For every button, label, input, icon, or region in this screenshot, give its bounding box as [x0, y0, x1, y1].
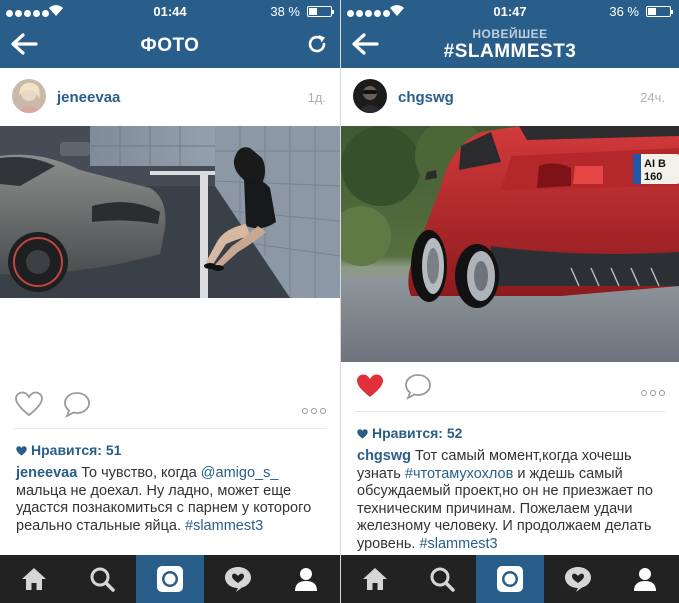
more-options-icon[interactable] [638, 383, 665, 396]
comment-icon[interactable] [62, 390, 92, 418]
like-heart-icon[interactable] [14, 390, 44, 418]
post-age: 24ч. [640, 90, 665, 105]
caption-hashtag[interactable]: #slammest3 [419, 536, 497, 552]
post-actions [341, 362, 679, 412]
profile-icon [634, 568, 657, 591]
status-bar: 01:47 36 % [341, 0, 679, 22]
caption-username[interactable]: jeneevaa [16, 465, 77, 481]
post-username[interactable]: chgswg [398, 89, 454, 106]
camera-icon [496, 566, 523, 592]
caption-text: мальца не доехал. Ну ладно, может еще уд… [16, 482, 312, 534]
likes-label: Нравится: 52 [372, 425, 463, 441]
caption-mention[interactable]: @amigo_s_ [201, 465, 279, 481]
post-header: chgswg 24ч. [341, 68, 679, 126]
avatar[interactable] [353, 79, 387, 113]
tab-home[interactable] [341, 555, 409, 603]
tab-camera[interactable] [476, 555, 544, 603]
tab-activity[interactable] [544, 555, 612, 603]
battery-percent: 36 % [609, 4, 639, 19]
heart-small-icon [357, 429, 368, 439]
post-actions [0, 380, 340, 430]
battery-percent: 38 % [270, 4, 300, 19]
tab-profile[interactable] [611, 555, 679, 603]
more-options-icon[interactable] [299, 401, 326, 414]
search-icon [430, 567, 456, 592]
page-kicker: НОВЕЙШЕЕ [472, 27, 548, 41]
caption-text: То чувство, когда [77, 465, 201, 481]
like-heart-filled-icon[interactable] [355, 372, 385, 400]
home-icon [362, 568, 387, 590]
tab-bar [0, 555, 340, 603]
page-title: ФОТО [140, 35, 200, 56]
profile-icon [295, 568, 317, 591]
license-plate-top: AI B [644, 158, 666, 170]
divider [14, 428, 326, 429]
tab-bar [341, 555, 679, 603]
caption-username[interactable]: chgswg [357, 448, 411, 464]
page-title: #SLAMMEST3 [443, 41, 577, 62]
divider [355, 411, 665, 412]
post-header: jeneevaa 1д. [0, 68, 340, 126]
caption-hashtag[interactable]: #чтотамухохлов [405, 466, 513, 482]
caption-hashtag[interactable]: #slammest3 [185, 518, 263, 534]
battery-icon [307, 6, 334, 17]
tab-search[interactable] [68, 555, 136, 603]
tab-profile[interactable] [272, 555, 340, 603]
header: 01:44 38 % ФОТО [0, 0, 340, 68]
license-plate-bottom: 160 [644, 171, 662, 183]
tab-search[interactable] [409, 555, 477, 603]
nav-bar: НОВЕЙШЕЕ #SLAMMEST3 [341, 22, 679, 68]
tab-home[interactable] [0, 555, 68, 603]
status-bar: 01:44 38 % [0, 0, 340, 22]
refresh-icon[interactable] [306, 33, 328, 55]
search-icon [90, 567, 115, 592]
home-icon [22, 568, 46, 590]
tab-activity[interactable] [204, 555, 272, 603]
comment-icon[interactable] [403, 372, 433, 400]
camera-icon [157, 566, 183, 592]
activity-icon [564, 567, 591, 592]
right-screen: 01:47 36 % НОВЕЙШЕЕ #SLAMMEST3 chgswg 24… [341, 0, 679, 603]
left-screen: 01:44 38 % ФОТО jeneevaa 1д. Нравится: 5… [0, 0, 340, 603]
tab-camera[interactable] [136, 555, 204, 603]
nav-bar: ФОТО [0, 22, 340, 68]
likes-label: Нравится: 51 [31, 442, 122, 458]
battery-icon [646, 6, 673, 17]
avatar[interactable] [12, 79, 46, 113]
likes-count[interactable]: Нравится: 51 [16, 442, 121, 458]
post-caption: jeneevaa То чувство, когда @amigo_s_ мал… [16, 465, 328, 535]
activity-icon [225, 567, 251, 592]
post-photo[interactable]: AI B 160 [341, 126, 679, 362]
header: 01:47 36 % НОВЕЙШЕЕ #SLAMMEST3 [341, 0, 679, 68]
post-age: 1д. [307, 90, 326, 105]
post-photo[interactable] [0, 126, 340, 298]
heart-small-icon [16, 446, 27, 456]
likes-count[interactable]: Нравится: 52 [357, 425, 462, 441]
post-username[interactable]: jeneevaa [57, 89, 120, 106]
post-caption: chgswg Тот самый момент,когда хочешь узн… [357, 448, 667, 553]
